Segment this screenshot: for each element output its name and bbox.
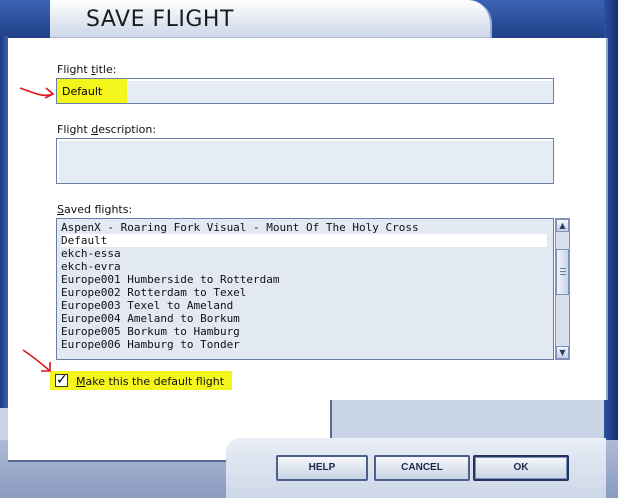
list-item-selected[interactable]: Default xyxy=(61,234,547,247)
cancel-button[interactable]: CANCEL xyxy=(374,455,470,481)
annotation-arrow-icon xyxy=(19,87,55,99)
list-item[interactable]: Europe006 Hamburg to Tonder xyxy=(61,338,240,351)
list-item[interactable]: AspenX - Roaring Fork Visual - Mount Of … xyxy=(61,221,419,234)
list-item[interactable]: Europe001 Humberside to Rotterdam xyxy=(61,273,280,286)
grip-line xyxy=(560,268,566,269)
flight-title-value: Default xyxy=(62,85,103,98)
scroll-down-button[interactable]: ▼ xyxy=(556,346,569,359)
flight-title-label: Flight title: xyxy=(57,63,117,76)
flight-title-input[interactable]: Default xyxy=(56,78,554,104)
list-item[interactable]: Europe004 Ameland to Borkum xyxy=(61,312,240,325)
list-item[interactable]: Europe005 Borkum to Hamburg xyxy=(61,325,240,338)
list-item[interactable]: ekch-evra xyxy=(61,260,121,273)
saved-flights-list[interactable]: AspenX - Roaring Fork Visual - Mount Of … xyxy=(56,218,554,360)
default-flight-label[interactable]: Make this the default flight xyxy=(76,375,224,388)
dialog-title: SAVE FLIGHT xyxy=(86,7,234,32)
help-button[interactable]: HELP xyxy=(276,455,368,481)
list-item[interactable]: ekch-essa xyxy=(61,247,121,260)
list-item[interactable]: Europe003 Texel to Ameland xyxy=(61,299,233,312)
default-flight-checkbox[interactable]: ✓ xyxy=(55,372,68,388)
annotation-arrow-icon xyxy=(22,349,51,372)
grip-line xyxy=(560,271,566,272)
flight-description-label: Flight description: xyxy=(57,123,157,136)
ok-button[interactable]: OK xyxy=(473,455,569,481)
flight-description-input[interactable] xyxy=(56,138,554,184)
window-frame-left xyxy=(0,36,8,408)
title-tab: SAVE FLIGHT xyxy=(50,0,492,38)
saved-flights-scrollbar[interactable]: ▲ ▼ xyxy=(555,218,570,360)
scroll-up-button[interactable]: ▲ xyxy=(556,219,569,232)
scroll-thumb[interactable] xyxy=(556,249,569,295)
grip-line xyxy=(560,274,566,275)
checkmark-icon: ✓ xyxy=(56,372,68,388)
saved-flights-label: Saved flights: xyxy=(57,203,133,216)
list-item[interactable]: Europe002 Rotterdam to Texel xyxy=(61,286,246,299)
